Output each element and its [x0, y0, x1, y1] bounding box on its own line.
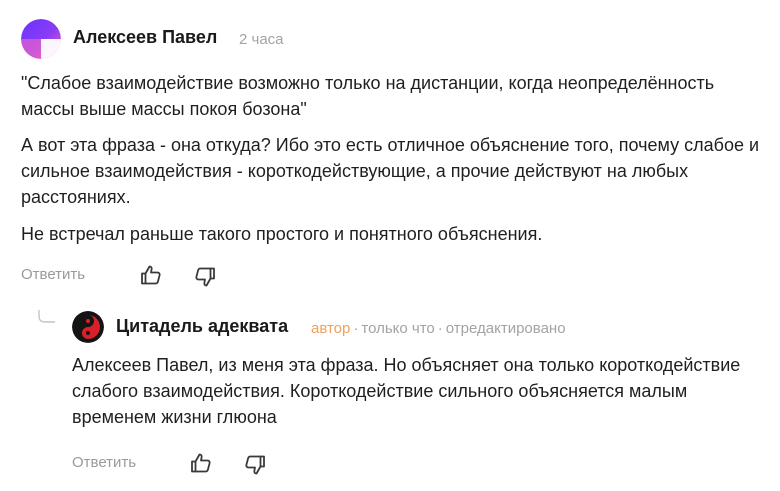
comment-time: 2 часа: [239, 31, 284, 48]
reply-text: Алексеев Павел, из меня эта фраза. Но об…: [72, 355, 741, 427]
thumbs-up-icon[interactable]: [139, 263, 163, 287]
separator-dot: ·: [353, 320, 359, 337]
avatar-gradient-icon: [21, 19, 61, 59]
thumbs-down-icon[interactable]: [193, 265, 217, 289]
avatar[interactable]: [21, 19, 61, 59]
author-name[interactable]: Алексеев Павел: [73, 27, 217, 48]
author-name[interactable]: Цитадель адеквата: [116, 316, 288, 337]
thread-connector: [38, 310, 55, 323]
avatar[interactable]: [72, 311, 104, 343]
edited-label: отредактировано: [445, 320, 566, 337]
comment-meta: автор · только что · отредактировано: [311, 320, 566, 337]
yin-yang-avatar-icon: [72, 311, 104, 343]
comment-paragraph: Не встречал раньше такого простого и пон…: [21, 224, 543, 244]
comment-paragraph: А вот эта фраза - она откуда? Ибо это ес…: [21, 135, 760, 207]
reply-button[interactable]: Ответить: [21, 266, 85, 283]
comment-quote: "Слабое взаимодействие возможно только н…: [21, 73, 715, 119]
comment-time: только что: [361, 320, 435, 337]
thumbs-down-icon[interactable]: [243, 453, 267, 477]
separator-dot: ·: [437, 320, 443, 337]
reply-button[interactable]: Ответить: [72, 454, 136, 471]
thumbs-up-icon[interactable]: [189, 451, 213, 475]
author-badge: автор: [311, 320, 351, 337]
